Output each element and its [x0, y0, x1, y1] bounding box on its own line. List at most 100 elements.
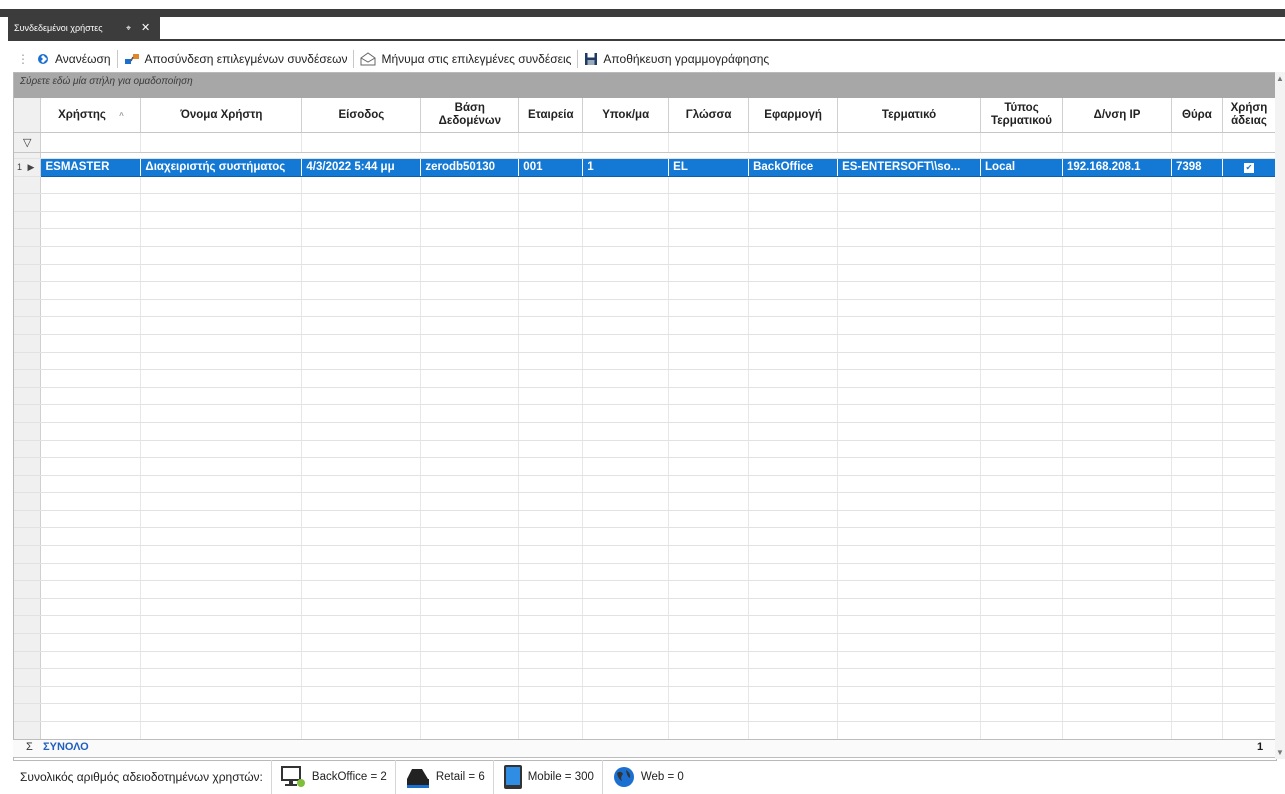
cell-database[interactable]: zerodb50130: [420, 158, 520, 177]
filter-cell[interactable]: [748, 132, 839, 153]
scroll-down-icon[interactable]: ▼: [1276, 748, 1284, 757]
empty-cell: [1222, 211, 1276, 230]
empty-cell: [1171, 492, 1223, 511]
column-header-terminal[interactable]: Τερματικό: [837, 98, 982, 133]
empty-cell: [1062, 176, 1172, 195]
cell-login[interactable]: 4/3/2022 5:44 μμ: [301, 158, 422, 177]
empty-cell: [40, 457, 142, 476]
empty-cell: [1171, 510, 1223, 529]
column-header-user[interactable]: Χρήστης ^: [40, 98, 142, 133]
column-header-terminal-type[interactable]: Τύπος Τερματικού: [980, 98, 1063, 133]
empty-cell: [40, 352, 142, 371]
filter-icon[interactable]: ▽: [14, 132, 42, 153]
cell-application[interactable]: BackOffice: [748, 158, 839, 177]
empty-cell: [518, 703, 584, 722]
tab-connected-users[interactable]: Συνδεδεμένοι χρήστες ⌖ ✕: [8, 17, 160, 39]
empty-cell: [668, 475, 750, 494]
empty-cell: [1222, 492, 1276, 511]
empty-cell: [301, 457, 422, 476]
cash-register-icon: [404, 765, 432, 789]
row-indicator[interactable]: 1 ▶: [14, 158, 42, 177]
close-icon[interactable]: ✕: [141, 17, 150, 39]
empty-cell: [1171, 176, 1223, 195]
empty-cell: [420, 422, 520, 441]
empty-cell: [420, 545, 520, 564]
filter-cell[interactable]: [668, 132, 750, 153]
filter-cell[interactable]: [518, 132, 584, 153]
empty-cell: [748, 334, 839, 353]
cell-terminal[interactable]: ES-ENTERSOFT\\so...: [837, 158, 982, 177]
vertical-scrollbar[interactable]: ▲ ▼: [1275, 72, 1285, 759]
cell-license-use[interactable]: ✔: [1222, 158, 1276, 177]
empty-cell: [837, 440, 982, 459]
empty-cell: [420, 387, 520, 406]
column-header-login[interactable]: Είσοδος: [301, 98, 422, 133]
filter-cell[interactable]: [1222, 132, 1276, 153]
save-layout-button[interactable]: Αποθήκευση γραμμογράφησης: [578, 48, 775, 70]
empty-cell: [420, 404, 520, 423]
empty-cell: [748, 475, 839, 494]
column-header-branch[interactable]: Υποκ/μα: [582, 98, 670, 133]
empty-cell: [518, 264, 584, 283]
column-header-language[interactable]: Γλώσσα: [668, 98, 750, 133]
empty-row: [14, 510, 1276, 529]
filter-cell[interactable]: [980, 132, 1063, 153]
column-header-license-use[interactable]: Χρήση άδειας: [1222, 98, 1276, 133]
filter-cell[interactable]: [301, 132, 422, 153]
column-header-application[interactable]: Εφαρμογή: [748, 98, 839, 133]
empty-row: [14, 457, 1276, 476]
cell-username[interactable]: Διαχειριστής συστήματος: [140, 158, 303, 177]
disconnect-selected-button[interactable]: Αποσύνδεση επιλεγμένων συνδέσεων: [118, 48, 354, 70]
column-header-username[interactable]: Όνομα Χρήστη: [140, 98, 303, 133]
empty-cell: [40, 615, 142, 635]
group-by-panel[interactable]: Σύρετε εδώ μία στήλη για ομαδοποίηση: [14, 73, 1276, 98]
scroll-up-icon[interactable]: ▲: [1276, 74, 1284, 83]
pin-icon[interactable]: ⌖: [126, 17, 131, 39]
empty-cell: [980, 686, 1063, 705]
empty-row: [14, 527, 1276, 547]
empty-cell: [582, 545, 670, 564]
empty-cell: [301, 422, 422, 441]
empty-cell: [1222, 193, 1276, 212]
empty-cell: [837, 492, 982, 511]
cell-company[interactable]: 001: [518, 158, 584, 177]
empty-cell: [518, 598, 584, 617]
empty-cell: [301, 352, 422, 371]
empty-cell: [40, 211, 142, 230]
toolbar-grip-icon[interactable]: ⋮: [16, 52, 30, 66]
filter-cell[interactable]: [40, 132, 142, 153]
empty-cell: [980, 492, 1063, 511]
empty-cell: [748, 527, 839, 547]
empty-cell: [518, 369, 584, 388]
empty-cell: [301, 668, 422, 687]
filter-cell[interactable]: [837, 132, 982, 153]
empty-cell: [748, 176, 839, 195]
cell-language[interactable]: EL: [668, 158, 750, 177]
empty-row: [14, 228, 1276, 247]
cell-terminal-type[interactable]: Local: [980, 158, 1063, 177]
empty-cell: [837, 527, 982, 547]
empty-cell: [14, 228, 42, 247]
license-checkbox[interactable]: ✔: [1243, 163, 1254, 174]
refresh-button[interactable]: Ανανέωση: [30, 48, 117, 70]
cell-ip[interactable]: 192.168.208.1: [1062, 158, 1172, 177]
empty-cell: [14, 369, 42, 388]
filter-cell[interactable]: [582, 132, 670, 153]
filter-cell[interactable]: [1062, 132, 1172, 153]
table-row[interactable]: 1 ▶ ESMASTER Διαχειριστής συστήματος 4/3…: [14, 158, 1276, 177]
empty-cell: [420, 721, 520, 740]
filter-cell[interactable]: [420, 132, 520, 153]
empty-cell: [420, 299, 520, 318]
column-header-company[interactable]: Εταιρεία: [518, 98, 584, 133]
column-header-database[interactable]: Βάση Δεδομένων: [420, 98, 520, 133]
cell-branch[interactable]: 1: [582, 158, 670, 177]
filter-cell[interactable]: [1171, 132, 1223, 153]
filter-cell[interactable]: [140, 132, 303, 153]
empty-cell: [40, 668, 142, 687]
cell-user[interactable]: ESMASTER: [40, 158, 142, 177]
column-header-port[interactable]: Θύρα: [1171, 98, 1223, 133]
column-header-ip[interactable]: Δ/νση IP: [1062, 98, 1172, 133]
empty-row: [14, 703, 1276, 722]
message-selected-button[interactable]: Μήνυμα στις επιλεγμένες συνδέσεις: [354, 48, 577, 70]
cell-port[interactable]: 7398: [1171, 158, 1223, 177]
